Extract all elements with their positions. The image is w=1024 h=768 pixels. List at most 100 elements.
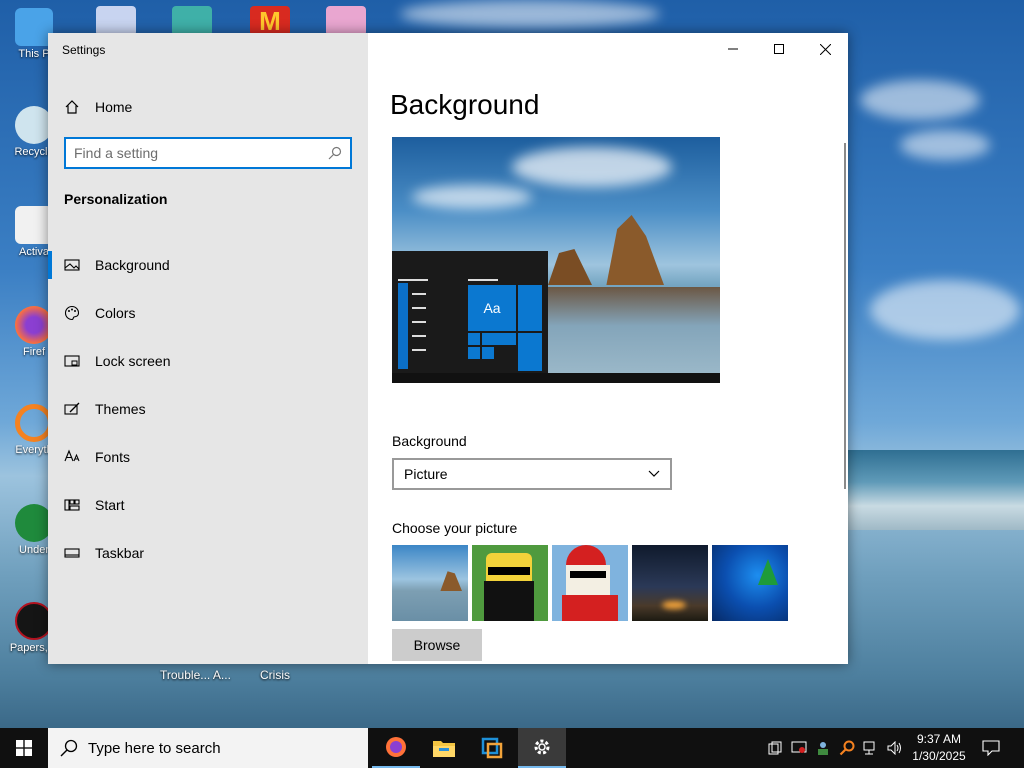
cloud [860,80,980,120]
close-button[interactable] [802,33,848,65]
start-button[interactable] [0,728,48,768]
sidebar-item-lock-screen[interactable]: Lock screen [48,337,368,385]
virtualbox-icon [481,737,503,759]
sidebar-item-background[interactable]: Background [48,241,368,289]
window-title: Settings [62,43,106,57]
palette-icon [64,305,80,321]
preview-start-menu: Aa [392,251,548,373]
tray-volume-icon[interactable] [886,728,904,768]
preview-taskbar [392,373,720,383]
preview-line [468,279,498,281]
taskbar-firefox[interactable] [372,728,420,768]
themes-icon [64,402,80,415]
tray-network-icon[interactable] [862,728,880,768]
sidebar-item-start[interactable]: Start [48,481,368,529]
desktop-top-icon[interactable] [96,6,136,36]
taskbar-search[interactable]: Type here to search [48,728,368,768]
sidebar-item-colors[interactable]: Colors [48,289,368,337]
mcdonalds-icon[interactable]: M [250,6,290,36]
taskbar-file-explorer[interactable] [420,728,468,768]
monitor-alert-icon [791,741,807,753]
start-icon [64,499,80,511]
background-preview: Aa [392,137,720,383]
lock-screen-icon [64,355,80,367]
minimize-icon [728,48,738,50]
window-controls [710,33,848,65]
speaker-icon [887,741,901,755]
cartoon-man-picture[interactable] [472,545,548,621]
sidebar-item-themes[interactable]: Themes [48,385,368,433]
tray-network-people-icon[interactable] [814,728,832,768]
find-setting-search[interactable] [64,137,352,169]
find-setting-input[interactable] [74,145,328,161]
tray-monitor-icon[interactable] [790,728,808,768]
browse-button[interactable]: Browse [392,629,482,661]
night-sky-picture[interactable] [632,545,708,621]
cloud [900,130,990,160]
cloud [400,0,660,28]
background-type-dropdown[interactable]: Picture [392,458,672,490]
taskbar-settings[interactable] [518,728,566,768]
windows-christmas-picture[interactable] [712,545,788,621]
settings-window: Settings Home Personalization Background [48,33,848,664]
taskbar-icon [64,548,80,558]
settings-icon [534,739,550,755]
magnifier-orange-icon [839,740,855,756]
preview-tile [482,347,494,359]
action-center-button[interactable] [980,728,1002,768]
preview-line [412,321,426,323]
picture-icon [64,259,80,271]
search-icon[interactable] [328,146,342,160]
cloud [870,280,1020,340]
sidebar: Settings Home Personalization Background [48,33,368,664]
home-icon [65,100,79,114]
page-title: Background [390,89,540,120]
preview-tile [468,333,480,345]
maximize-button[interactable] [756,33,802,65]
preview-list [398,283,408,369]
desktop-icon-label: Crisis [260,668,290,682]
preview-tile [518,333,542,371]
tray-copy-icon[interactable] [766,728,784,768]
sidebar-item-label: Colors [95,305,136,321]
network-icon [863,741,875,755]
section-title: Personalization [64,191,168,207]
sidebar-item-fonts[interactable]: Fonts [48,433,368,481]
firefox-icon [386,737,406,757]
beach-rock-picture[interactable] [392,545,468,621]
desktop-top-icon[interactable] [172,6,212,36]
minimize-button[interactable] [710,33,756,65]
preview-reflection [548,287,720,373]
sidebar-item-taskbar[interactable]: Taskbar [48,529,368,577]
sidebar-item-label: Background [95,257,170,273]
tray-everything-icon[interactable] [838,728,856,768]
background-label: Background [392,433,467,449]
search-icon [60,739,78,757]
home-link[interactable]: Home [64,96,132,118]
preview-line [412,335,426,337]
taskbar-search-placeholder: Type here to search [88,739,221,757]
taskbar-virtualbox[interactable] [468,728,516,768]
santa-cartoon-picture[interactable] [552,545,628,621]
preview-tile [518,285,542,331]
people-icon [818,742,828,755]
scrollbar[interactable] [844,143,846,489]
notification-icon [982,740,1000,756]
taskbar: Type here to search 9:37 AM 1/30/2025 [0,728,1024,768]
picture-thumbnails [392,545,788,621]
taskbar-clock[interactable]: 9:37 AM 1/30/2025 [906,731,972,765]
dropdown-value: Picture [404,466,448,482]
preview-tile [468,347,480,359]
sidebar-item-label: Taskbar [95,545,145,561]
sidebar-item-label: Fonts [95,449,131,465]
desktop-top-icon[interactable] [326,6,366,36]
maximize-icon [774,44,784,54]
chevron-down-icon [648,470,660,477]
fonts-icon [64,449,80,462]
desktop-icon-label: Trouble... A... [160,668,231,682]
sidebar-item-label: Lock screen [95,353,171,369]
preview-line [412,293,426,295]
preview-tile: Aa [468,285,516,331]
preview-cloud [412,185,532,209]
preview-rock [548,249,592,285]
